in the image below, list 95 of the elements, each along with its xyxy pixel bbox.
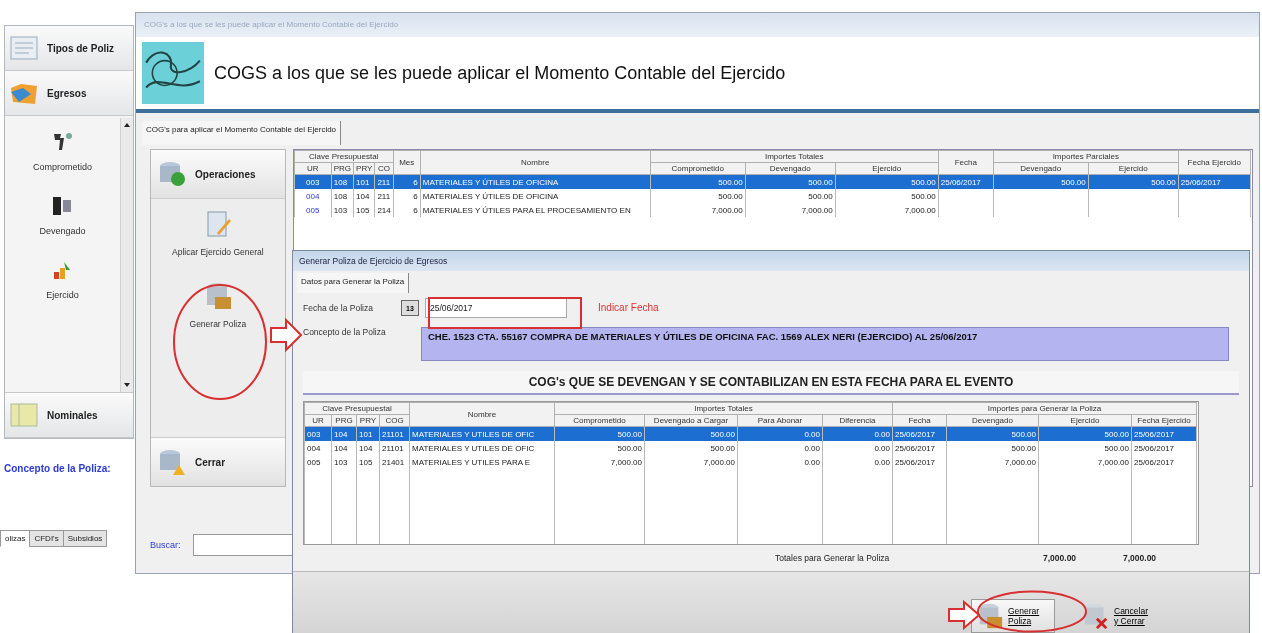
map-icon [9,402,39,428]
table-cell: 500.00 [835,189,939,203]
logo-icon [142,42,204,104]
table-cell: 104 [331,441,357,455]
arrow-icon [948,600,980,630]
database-icon [157,447,187,477]
nav-item[interactable]: Ejercido [46,258,79,300]
cancel-button[interactable]: Cancelar y Cerrar [1077,599,1159,633]
table-cell: MATERIALES Y ÚTILES PARA EL PROCESAMIENTO EN [420,203,651,217]
table-cell: 6 [393,189,421,203]
scroll-up-icon[interactable] [123,122,131,128]
nav-header[interactable]: Tipos de Poliz [5,26,133,71]
concept-label: Concepto de la Poliza [303,327,387,337]
table-cell: 103 [331,455,357,469]
table-cell: 7,000.00 [650,203,746,217]
table-cell: 0.00 [737,441,823,455]
tab[interactable]: Datos para Generar la Poliza [297,273,410,293]
column-header: Importes Totales [650,150,939,163]
arrow-icon [270,318,302,352]
operations-title: Operaciones [195,168,256,180]
table-cell: 7,000.00 [1038,455,1132,469]
section-heading: COG's QUE SE DEVENGAN Y SE CONTABILIZAN EN ESTA FECHA PARA EL EVENTO [303,371,1239,395]
search-label: Buscar: [150,540,181,550]
table-cell: 0.00 [822,455,893,469]
table-cell: 7,000.00 [554,455,645,469]
table-cell: MATERIALES Y UTILES DE OFIC [409,441,555,455]
table-cell: 21401 [379,455,410,469]
operation-button[interactable]: Aplicar Ejercido General [172,209,264,257]
database-icon [157,159,187,189]
column-header: Clave Presupuestal [304,402,410,415]
tab[interactable]: Subsidios [62,530,108,547]
column-header: Nombre [409,402,555,427]
totals-label: Totales para Generar la Poliza [775,553,891,563]
table-cell: 104 [353,189,375,203]
column-header: Mes [393,150,421,175]
scrollbar[interactable] [120,118,133,392]
nav-header[interactable]: Egresos [5,71,133,116]
column-header: Nombre [420,150,651,175]
table-cell: 105 [356,455,380,469]
tab[interactable]: COG's para aplicar el Momento Contable del Ejercido [142,121,342,145]
column-header: Clave Presupuestal [294,150,394,163]
table-cell: MATERIALES Y UTILES PARA E [409,455,555,469]
nav-header[interactable]: Nominales [5,393,133,438]
tab[interactable]: CFDI's [29,530,64,547]
table-cell: 25/06/2017 [892,455,947,469]
table-cell: 0.00 [822,441,893,455]
table-cell: 214 [374,203,394,217]
nav-item[interactable]: Comprometido [33,130,92,172]
date-label: Fecha de la Poliza [303,303,374,313]
table-cell: 500.00 [1038,441,1132,455]
table-cell: 108 [331,189,354,203]
table-cell: 103 [331,203,354,217]
table-cell: 7,000.00 [946,455,1039,469]
column-header: Fecha Ejercido [1178,150,1251,175]
annotation-text: Indicar Fecha [598,302,659,313]
table-cell: 25/06/2017 [892,441,947,455]
table-cell: 7,000.00 [745,203,836,217]
document-icon [9,35,39,61]
table-cell: MATERIALES Y ÚTILES DE OFICINA [420,189,651,203]
scroll-down-icon[interactable] [123,382,131,388]
database-icon [1082,602,1110,630]
table-cell: 6 [393,203,421,217]
dialog-title: Generar Poliza de Ejercicio de Egresos [293,251,1249,271]
column-header: Importes Totales [554,402,893,415]
table-cell: 104 [356,441,380,455]
table-cell: 004 [304,441,332,455]
table-cell: 211 [374,189,394,203]
concept-label: Concepto de la Poliza: [3,463,112,474]
table-cell: 005 [304,455,332,469]
table-cell: 7,000.00 [644,455,738,469]
table-cell: 105 [353,203,375,217]
concept-field[interactable]: CHE. 1523 CTA. 55167 COMPRA DE MATERIALES Y ÚTILES DE OFICINA FAC. 1569 ALEX NERI (EJERCIDO) AL 25/06/2017 [421,327,1229,361]
tab[interactable]: olizas [0,530,31,547]
column-header: Importes para Generar la Poliza [892,402,1197,415]
table-cell: 25/06/2017 [1131,455,1197,469]
page-heading: COGS a los que se les puede aplicar el Momento Contable del Ejercido [214,62,786,84]
close-button[interactable]: Cerrar [151,437,285,486]
generate-button[interactable]: Generar Poliza [971,599,1055,633]
table-cell: 005 [294,203,332,217]
table-cell: 500.00 [946,441,1039,455]
table-cell: 500.00 [554,441,645,455]
table-cell: 0.00 [737,455,823,469]
table-cell: 500.00 [650,189,746,203]
table-cell: 7,000.00 [835,203,939,217]
column-header: Fecha [938,150,994,175]
operation-button[interactable]: Generar Poliza [189,281,247,329]
total-value: 7,000.00 [1123,553,1158,563]
table-cell: 500.00 [745,189,836,203]
table-cell: 500.00 [644,441,738,455]
nav-item[interactable]: Devengado [39,194,86,236]
table-cell: 21101 [379,441,410,455]
column-header: Importes Parciales [993,150,1179,163]
total-value: 7,000.00 [1043,553,1078,563]
table-cell: 004 [294,189,332,203]
table-cell: 25/06/2017 [1131,441,1197,455]
